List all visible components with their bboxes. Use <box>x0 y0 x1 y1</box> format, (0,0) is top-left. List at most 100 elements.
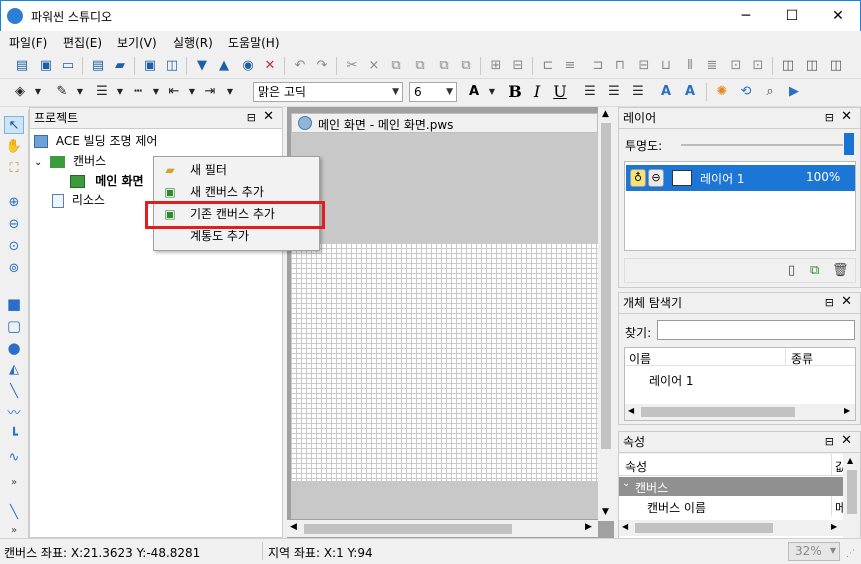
minimize-button[interactable]: ─ <box>723 1 769 32</box>
tree-main-canvas[interactable]: 메인 화면 <box>70 172 144 189</box>
pin-icon[interactable]: ⊟ <box>825 435 834 449</box>
delete-layer-icon[interactable]: 🗑 <box>832 263 849 278</box>
new-canvas-icon[interactable]: ▭ <box>58 56 78 76</box>
upload-icon[interactable]: ▲ <box>214 56 234 76</box>
align-top-icon[interactable]: ⊓ <box>610 56 630 76</box>
object-list-hscroll[interactable]: ◀ ▶ <box>625 404 855 420</box>
select-tool-icon[interactable]: ↖ <box>4 116 24 134</box>
delete-file-icon[interactable]: ✕ <box>260 56 280 76</box>
duplicate-icon[interactable]: ⧉ <box>456 56 476 76</box>
maximize-button[interactable]: ☐ <box>769 1 815 32</box>
menu-file[interactable]: 파일(F) <box>9 34 47 51</box>
distribute-v-icon[interactable]: ≣ <box>702 56 722 76</box>
scroll-up-icon[interactable]: ▲ <box>602 109 609 119</box>
line-end-icon[interactable]: ⇥ <box>200 82 220 102</box>
fill-color-icon[interactable]: ◈ <box>10 82 30 102</box>
col-name[interactable]: 이름 <box>629 350 651 367</box>
rounded-rect-tool-icon[interactable]: ▢ <box>4 317 24 335</box>
redo-icon[interactable]: ↷ <box>312 56 332 76</box>
line-width-icon[interactable]: ☰ <box>92 82 112 102</box>
group-icon[interactable]: ⊞ <box>486 56 506 76</box>
new-file-icon[interactable]: ▣ <box>36 56 56 76</box>
text-align-left-icon[interactable]: ☰ <box>580 82 600 102</box>
scroll-left-icon[interactable]: ◀ <box>622 522 628 531</box>
close-button[interactable]: ✕ <box>815 1 861 32</box>
context-add-new-canvas[interactable]: ▣ 새 캔버스 추가 <box>156 181 318 203</box>
delete-icon[interactable]: × <box>364 56 384 76</box>
crop-tool-icon[interactable]: ⛶ <box>4 160 24 178</box>
connector-tool-icon[interactable]: ┗ <box>4 427 24 445</box>
document-tab[interactable]: 메인 화면 - 메인 화면.pws <box>291 113 598 133</box>
same-width-icon[interactable]: ⊡ <box>726 56 746 76</box>
close-icon[interactable]: ✕ <box>841 295 852 309</box>
line-color-icon[interactable]: ✎ <box>52 82 72 102</box>
pin-icon[interactable]: ⊟ <box>825 111 834 125</box>
close-icon[interactable]: ✕ <box>263 110 274 124</box>
line-style-dropdown-icon[interactable]: ▼ <box>146 82 166 102</box>
text-align-right-icon[interactable]: ☰ <box>628 82 648 102</box>
close-icon[interactable]: ✕ <box>841 110 852 124</box>
font-color-dropdown-icon[interactable]: ▼ <box>482 82 502 102</box>
col-type[interactable]: 종류 <box>791 350 813 367</box>
properties-vscroll[interactable]: ▲ <box>843 454 860 538</box>
text-align-center-icon[interactable]: ☰ <box>604 82 624 102</box>
fill-color-dropdown-icon[interactable]: ▼ <box>28 82 48 102</box>
menu-view[interactable]: 보기(V) <box>117 34 157 51</box>
font-color-icon[interactable]: A <box>464 82 484 102</box>
font-grow-icon[interactable]: A <box>656 82 676 102</box>
scroll-up-icon[interactable]: ▲ <box>847 456 853 465</box>
scroll-thumb[interactable] <box>847 470 857 514</box>
bold-button[interactable]: B <box>505 82 525 102</box>
resize-grip-icon[interactable]: ⋰ <box>846 549 855 559</box>
search-input[interactable] <box>657 320 855 340</box>
new-layer-icon[interactable]: ▯ <box>788 263 795 278</box>
ungroup-icon[interactable]: ⊟ <box>508 56 528 76</box>
italic-button[interactable]: I <box>527 82 547 102</box>
paste-special-icon[interactable]: ⧉ <box>434 56 454 76</box>
pen-tool-icon[interactable]: ╲ <box>4 504 24 522</box>
open-folder-icon[interactable]: ▰ <box>110 56 130 76</box>
search-object-icon[interactable]: ⌕ <box>760 82 780 102</box>
menu-run[interactable]: 실행(R) <box>173 34 213 51</box>
zoom-in-icon[interactable]: ⊕ <box>4 194 24 212</box>
font-size-select[interactable]: 6 ▼ <box>409 82 457 102</box>
font-name-select[interactable]: 맑은 고딕 ▼ <box>253 82 403 102</box>
pin-icon[interactable]: ⊟ <box>825 296 834 310</box>
cut-icon[interactable]: ✂ <box>342 56 362 76</box>
canvas-vertical-scrollbar[interactable]: ▲ ▼ <box>598 107 614 521</box>
line-start-dropdown-icon[interactable]: ▼ <box>182 82 202 102</box>
scroll-thumb[interactable] <box>641 407 795 417</box>
copy-layer-icon[interactable]: ⧉ <box>810 263 819 278</box>
context-new-filter[interactable]: ▰ 새 필터 <box>156 159 318 181</box>
save-all-icon[interactable]: ◫ <box>162 56 182 76</box>
underline-button[interactable]: U <box>550 82 570 102</box>
send-back-icon[interactable]: ◫ <box>802 56 822 76</box>
line-end-dropdown-icon[interactable]: ▼ <box>220 82 240 102</box>
scroll-thumb[interactable] <box>635 523 773 533</box>
align-left-icon[interactable]: ⊏ <box>538 56 558 76</box>
paste-icon[interactable]: ⧉ <box>410 56 430 76</box>
align-middle-icon[interactable]: ⊟ <box>634 56 654 76</box>
menu-help[interactable]: 도움말(H) <box>228 34 280 51</box>
canvas-horizontal-scrollbar[interactable]: ◀ ▶ <box>287 520 598 537</box>
bring-front-icon[interactable]: ◫ <box>778 56 798 76</box>
save-icon[interactable]: ▣ <box>140 56 160 76</box>
chevron-down-icon[interactable]: ⌄ <box>622 478 630 489</box>
line-width-dropdown-icon[interactable]: ▼ <box>110 82 130 102</box>
refresh-icon[interactable]: ✺ <box>712 82 732 102</box>
polyline-tool-icon[interactable]: 〰 <box>4 405 24 423</box>
undo-icon[interactable]: ↶ <box>290 56 310 76</box>
zoom-fit-icon[interactable]: ⊙ <box>4 238 24 256</box>
polygon-tool-icon[interactable]: ◭ <box>4 361 24 379</box>
tree-resources[interactable]: 리소스 <box>52 191 105 208</box>
chevron-down-icon[interactable]: ⌄ <box>34 157 42 168</box>
more-tools-icon[interactable]: » <box>4 474 24 492</box>
tree-canvas-folder[interactable]: ⌄ 캔버스 <box>34 152 106 169</box>
category-row[interactable]: ⌄ 캔버스 <box>619 477 843 496</box>
scroll-thumb[interactable] <box>304 524 512 534</box>
visibility-bulb-icon[interactable]: ♁ <box>630 169 646 187</box>
close-icon[interactable]: ✕ <box>841 434 852 448</box>
col-property[interactable]: 속성 <box>625 458 647 475</box>
align-right-icon[interactable]: ⊐ <box>588 56 608 76</box>
line-tool-icon[interactable]: ╲ <box>4 383 24 401</box>
